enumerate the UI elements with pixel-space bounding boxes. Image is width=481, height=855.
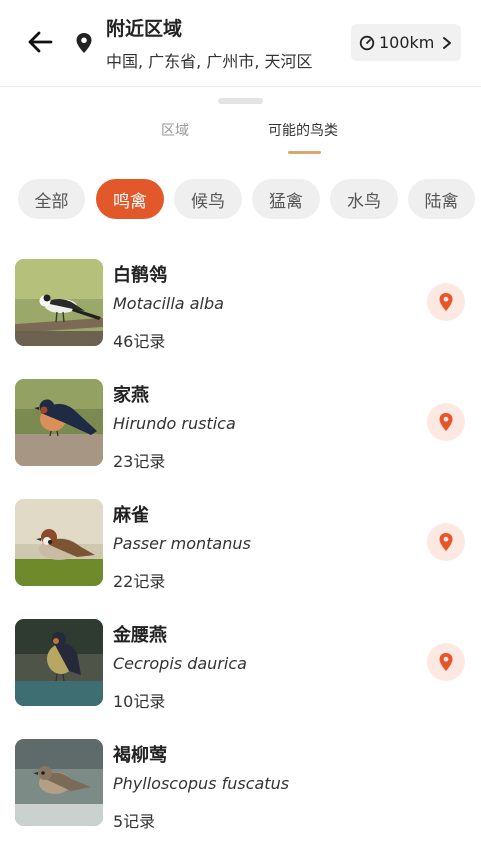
filter-chip-migratory[interactable]: 候鸟 — [174, 179, 242, 219]
bird-scientific-name: Motacilla alba — [113, 294, 224, 313]
bird-list-item[interactable]: 家燕 Hirundo rustica 23记录 — [0, 379, 481, 479]
map-pin-icon — [76, 33, 92, 53]
arrow-left-icon — [28, 31, 53, 53]
bird-record-count: 22记录 — [113, 572, 166, 591]
tab-possible-birds[interactable]: 可能的鸟类 — [268, 120, 338, 140]
tab-region[interactable]: 区域 — [161, 120, 189, 140]
bird-photo — [15, 499, 103, 586]
filter-chip-waterbirds[interactable]: 水鸟 — [330, 179, 398, 219]
bird-scientific-name: Phylloscopus fuscatus — [113, 774, 290, 793]
bird-scientific-name: Passer montanus — [113, 534, 251, 553]
sheet-drag-handle[interactable] — [218, 98, 263, 104]
bird-scientific-name: Hirundo rustica — [113, 414, 236, 433]
bird-list-item[interactable]: 金腰燕 Cecropis daurica 10记录 — [0, 619, 481, 719]
bird-location-button[interactable] — [427, 403, 465, 441]
bird-location-button[interactable] — [427, 283, 465, 321]
location-title: 附近区域 — [106, 18, 183, 40]
bird-record-count: 10记录 — [113, 692, 166, 711]
bird-list-item[interactable]: 白鹡鸰 Motacilla alba 46记录 — [0, 259, 481, 359]
bird-record-count: 46记录 — [113, 332, 166, 351]
chevron-right-icon — [443, 36, 452, 49]
bird-photo — [15, 739, 103, 826]
filter-chip-raptors[interactable]: 猛禽 — [252, 179, 320, 219]
map-pin-icon — [439, 653, 453, 671]
bird-scientific-name: Cecropis daurica — [113, 654, 247, 673]
bird-common-name: 麻雀 — [113, 505, 149, 526]
bird-photo — [15, 259, 103, 346]
bird-photo — [15, 619, 103, 706]
bird-photo — [15, 379, 103, 466]
bird-common-name: 褐柳莺 — [113, 745, 167, 766]
top-bar: 附近区域 中国, 广东省, 广州市, 天河区 100km — [0, 0, 481, 87]
clock-icon — [359, 35, 375, 50]
bird-common-name: 白鹡鸰 — [113, 265, 167, 286]
location-path: 中国, 广东省, 广州市, 天河区 — [106, 52, 313, 71]
back-button[interactable] — [24, 26, 56, 58]
bird-list-item[interactable]: 麻雀 Passer montanus 22记录 — [0, 499, 481, 599]
bird-record-count: 5记录 — [113, 812, 156, 831]
bird-record-count: 23记录 — [113, 452, 166, 471]
map-pin-icon — [439, 293, 453, 311]
filter-chip-songbirds[interactable]: 鸣禽 — [96, 179, 164, 219]
map-pin-icon — [439, 533, 453, 551]
map-pin-icon — [439, 413, 453, 431]
filter-chip-landfowl[interactable]: 陆禽 — [408, 179, 475, 219]
range-label: 100km — [379, 33, 435, 52]
bird-location-button[interactable] — [427, 643, 465, 681]
bird-common-name: 金腰燕 — [113, 625, 167, 646]
bird-location-button[interactable] — [427, 523, 465, 561]
filter-chip-all[interactable]: 全部 — [18, 179, 85, 219]
range-selector-button[interactable]: 100km — [351, 24, 461, 61]
active-tab-indicator — [288, 151, 321, 154]
bird-list-item[interactable]: 褐柳莺 Phylloscopus fuscatus 5记录 — [0, 739, 481, 839]
bird-common-name: 家燕 — [113, 385, 149, 406]
